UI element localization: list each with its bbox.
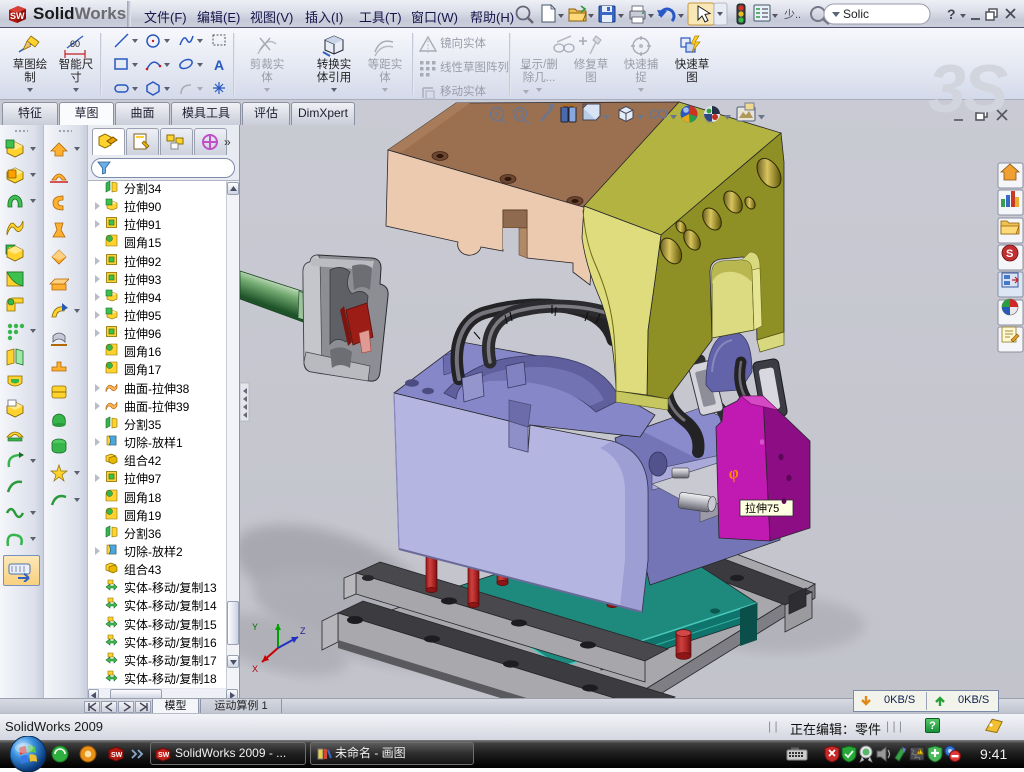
svg-text:S: S	[1006, 248, 1013, 260]
svg-text:60: 60	[70, 39, 80, 49]
svg-text:Z: Z	[300, 626, 306, 636]
svg-text:Solic: Solic	[843, 7, 869, 21]
svg-text:X: X	[252, 664, 258, 674]
svg-text:xxxx: xxxx	[791, 746, 799, 751]
svg-text:少..: 少..	[784, 8, 801, 21]
svg-text:Y: Y	[252, 622, 258, 632]
svg-text:A: A	[214, 57, 224, 73]
svg-text:拉伸75: 拉伸75	[745, 501, 779, 515]
svg-text:?: ?	[947, 6, 956, 22]
svg-text:SW: SW	[158, 752, 170, 759]
svg-text:SW: SW	[10, 11, 25, 21]
svg-text:SW: SW	[111, 752, 123, 759]
svg-text:!: !	[919, 750, 920, 756]
